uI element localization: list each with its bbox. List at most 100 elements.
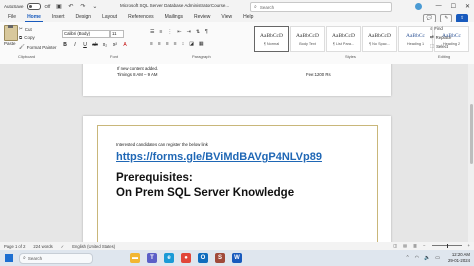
language-status[interactable]: English (United States) [72, 244, 115, 249]
copy-label: Copy [24, 35, 35, 40]
borders-icon[interactable]: ▦ [199, 41, 204, 47]
autosave-toggle[interactable] [26, 2, 41, 10]
teams-icon[interactable]: T [147, 253, 157, 263]
search-icon: ⌕ [430, 26, 433, 31]
style-body-text[interactable]: AaBbCcD Body Text [290, 26, 325, 52]
proofing-icon[interactable]: ✓ [61, 244, 65, 249]
style-normal[interactable]: AaBbCcD ¶ Normal [254, 26, 289, 52]
styles-group-label: Styles [345, 54, 356, 59]
redo-icon[interactable]: ↷ [79, 3, 86, 10]
style-sample: AaBbCcD [368, 33, 391, 39]
bullets-icon[interactable]: ☰ [150, 29, 154, 35]
windows-start-icon[interactable] [5, 254, 13, 262]
autosave-state: Off [44, 3, 51, 9]
file-explorer-icon[interactable]: ▬ [130, 253, 140, 263]
paste-button[interactable]: Paste [4, 41, 16, 46]
cut-button[interactable]: ✂ Cut [19, 26, 32, 32]
chrome-icon[interactable]: ● [181, 253, 191, 263]
line-spacing-icon[interactable]: ↕ [182, 41, 185, 47]
style-no-spacing[interactable]: AaBbCcD ¶ No Spac... [362, 26, 397, 52]
status-bar: Page 1 of 2 224 words ✓ English (United … [0, 242, 474, 250]
wifi-icon[interactable]: ◠ [415, 255, 419, 261]
replace-button[interactable]: ⇄ Replace [430, 34, 470, 40]
subscript-icon[interactable]: x₂ [102, 42, 108, 48]
prerequisites-heading: Prerequisites: [116, 172, 193, 184]
print-layout-icon[interactable]: ▤ [403, 243, 407, 248]
tab-references[interactable]: References [126, 13, 156, 21]
style-heading-1[interactable]: AaBbCc Heading 1 [398, 26, 433, 52]
strikethrough-icon[interactable]: ab [92, 42, 98, 48]
document-canvas[interactable]: If new content added. Timings 8 AM – 9 A… [0, 64, 474, 242]
outlook-icon[interactable]: O [198, 253, 208, 263]
undo-icon[interactable]: ↶ [67, 3, 74, 10]
tab-design[interactable]: Design [73, 13, 93, 21]
bold-icon[interactable]: B [62, 42, 68, 48]
style-list-paragraph[interactable]: AaBbCcD ¶ List Para... [326, 26, 361, 52]
ssms-icon[interactable]: S [215, 253, 225, 263]
select-button[interactable]: ⬚ Select [430, 43, 470, 49]
customize-qat-icon[interactable]: ⌄ [91, 3, 98, 10]
tab-layout[interactable]: Layout [100, 13, 119, 21]
numbering-icon[interactable]: ≡ [159, 29, 162, 35]
decrease-indent-icon[interactable]: ⇤ [177, 29, 181, 35]
multilevel-icon[interactable]: ⋮ [167, 29, 172, 35]
font-name-select[interactable]: Calibri (Body) [62, 30, 110, 38]
minimize-icon[interactable]: — [436, 3, 442, 9]
copy-button[interactable]: ⧉ Copy [19, 35, 35, 40]
registration-link[interactable]: https://forms.gle/BViMdBAVgP4NLVp89 [116, 151, 322, 163]
zoom-in-icon[interactable]: + [468, 243, 470, 248]
word-count[interactable]: 224 words [33, 244, 52, 249]
speaker-icon[interactable]: 🔈 [424, 255, 430, 261]
word-icon[interactable]: W [232, 253, 242, 263]
search-icon: ⌕ [23, 255, 26, 261]
justify-icon[interactable]: ≡ [174, 41, 177, 47]
page1-fee: Fee:1200 Rs [306, 71, 331, 77]
font-color-icon[interactable]: A [122, 42, 128, 48]
tab-review[interactable]: Review [192, 13, 212, 21]
autosave-label: AutoSave [4, 3, 24, 9]
taskbar-search-input[interactable]: ⌕ Search [19, 252, 93, 264]
find-button[interactable]: ⌕ Find [430, 26, 470, 31]
paragraph-align-buttons: ≡ ≡ ≡ ≡ ↕ ◪ ▦ [150, 41, 204, 47]
show-marks-icon[interactable]: ¶ [205, 29, 208, 35]
chevron-up-icon[interactable]: ⌃ [405, 255, 409, 261]
page-2[interactable]: Interested candidates can register the b… [83, 116, 391, 242]
paste-icon[interactable] [4, 25, 18, 41]
format-painter-label: Format Painter [26, 44, 57, 50]
style-name: ¶ No Spac... [369, 42, 390, 46]
tab-help[interactable]: Help [241, 13, 255, 21]
shading-icon[interactable]: ◪ [189, 41, 194, 47]
tab-home[interactable]: Home [25, 13, 43, 22]
zoom-slider[interactable] [431, 243, 462, 248]
increase-indent-icon[interactable]: ⇥ [187, 29, 191, 35]
zoom-out-icon[interactable]: − [423, 243, 425, 248]
align-center-icon[interactable]: ≡ [158, 41, 161, 47]
save-icon[interactable]: ▣ [55, 3, 62, 10]
tab-mailings[interactable]: Mailings [163, 13, 185, 21]
page-count[interactable]: Page 1 of 2 [4, 244, 25, 249]
close-icon[interactable]: ✕ [465, 3, 470, 10]
focus-icon[interactable]: ◫ [393, 243, 397, 248]
italic-icon[interactable]: I [72, 42, 78, 48]
battery-icon[interactable]: ▭ [435, 255, 440, 261]
scrollbar-thumb[interactable] [469, 104, 473, 164]
tab-view[interactable]: View [219, 13, 234, 21]
align-right-icon[interactable]: ≡ [166, 41, 169, 47]
underline-icon[interactable]: U [82, 42, 88, 48]
tab-insert[interactable]: Insert [50, 13, 67, 21]
format-painter-button[interactable]: 🖌 Format Painter [19, 44, 56, 50]
web-layout-icon[interactable]: ▥ [413, 243, 417, 248]
align-left-icon[interactable]: ≡ [150, 41, 153, 47]
vertical-scrollbar[interactable] [468, 64, 474, 242]
page-1[interactable]: If new content added. Timings 8 AM – 9 A… [83, 64, 391, 96]
search-input[interactable]: ⌕ Search [250, 2, 392, 12]
maximize-icon[interactable]: ☐ [451, 3, 456, 10]
avatar[interactable] [415, 2, 422, 10]
clock[interactable]: 12:20 AM 29-01-2024 [448, 252, 470, 264]
clock-date: 29-01-2024 [448, 258, 470, 263]
font-size-select[interactable]: 11 [110, 30, 124, 38]
edge-icon[interactable]: e [164, 253, 174, 263]
sort-icon[interactable]: ⇅ [196, 29, 200, 35]
superscript-icon[interactable]: x² [112, 42, 118, 48]
tab-file[interactable]: File [6, 13, 18, 21]
